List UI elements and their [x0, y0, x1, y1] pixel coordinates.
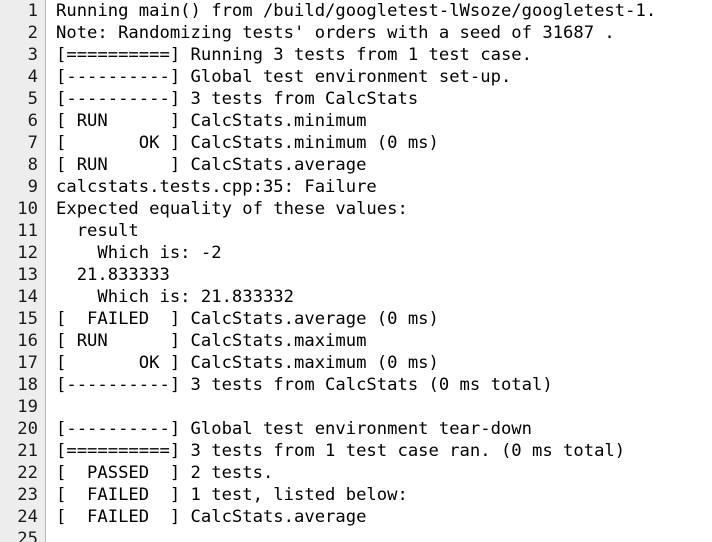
editor-line[interactable]: 6 [ RUN ] CalcStats.minimum	[0, 110, 712, 132]
line-text[interactable]: 21.833333	[56, 264, 712, 286]
editor-line[interactable]: 25	[0, 528, 712, 542]
line-number: 15	[17, 309, 38, 329]
line-number: 22	[17, 463, 38, 483]
line-text[interactable]: Expected equality of these values:	[56, 198, 712, 220]
editor-line[interactable]: 13 21.833333	[0, 264, 712, 286]
line-number: 14	[17, 287, 38, 307]
editor-line[interactable]: 1 Running main() from /build/googletest-l…	[0, 0, 712, 22]
line-text[interactable]: [ RUN ] CalcStats.maximum	[56, 330, 712, 352]
editor-line[interactable]: 5 [----------] 3 tests from CalcStats	[0, 88, 712, 110]
editor-line[interactable]: 18 [----------] 3 tests from CalcStats (0…	[0, 374, 712, 396]
line-text[interactable]: result	[56, 220, 712, 242]
line-text[interactable]: [ OK ] CalcStats.maximum (0 ms)	[56, 352, 712, 374]
line-text[interactable]	[56, 528, 712, 542]
line-text[interactable]	[56, 396, 712, 418]
line-number: 13	[17, 265, 38, 285]
editor-line[interactable]: 2 Note: Randomizing tests' orders with a …	[0, 22, 712, 44]
editor-line[interactable]: 14 Which is: 21.833332	[0, 286, 712, 308]
text-editor[interactable]: 1 Running main() from /build/googletest-l…	[0, 0, 712, 542]
line-number: 25	[17, 529, 38, 542]
line-number: 2	[27, 23, 38, 43]
editor-line[interactable]: 10 Expected equality of these values:	[0, 198, 712, 220]
line-text[interactable]: [ FAILED ] 1 test, listed below:	[56, 484, 712, 506]
line-number: 6	[27, 111, 38, 131]
line-number: 17	[17, 353, 38, 373]
line-number: 21	[17, 441, 38, 461]
editor-line[interactable]: 9 calcstats.tests.cpp:35: Failure	[0, 176, 712, 198]
editor-content[interactable]: 1 Running main() from /build/googletest-l…	[0, 0, 712, 542]
line-text[interactable]: [==========] Running 3 tests from 1 test…	[56, 44, 712, 66]
line-number: 18	[17, 375, 38, 395]
line-number: 3	[27, 45, 38, 65]
line-text[interactable]: [----------] Global test environment tea…	[56, 418, 712, 440]
editor-line[interactable]: 23 [ FAILED ] 1 test, listed below:	[0, 484, 712, 506]
line-number: 5	[27, 89, 38, 109]
line-text[interactable]: Which is: 21.833332	[56, 286, 712, 308]
line-text[interactable]: calcstats.tests.cpp:35: Failure	[56, 176, 712, 198]
line-text[interactable]: [ RUN ] CalcStats.minimum	[56, 110, 712, 132]
editor-line[interactable]: 22 [ PASSED ] 2 tests.	[0, 462, 712, 484]
line-text[interactable]: [----------] 3 tests from CalcStats	[56, 88, 712, 110]
line-text[interactable]: Which is: -2	[56, 242, 712, 264]
editor-line[interactable]: 3 [==========] Running 3 tests from 1 tes…	[0, 44, 712, 66]
line-number: 7	[27, 133, 38, 153]
line-number: 9	[27, 177, 38, 197]
line-text[interactable]: [ PASSED ] 2 tests.	[56, 462, 712, 484]
editor-line[interactable]: 16 [ RUN ] CalcStats.maximum	[0, 330, 712, 352]
editor-line[interactable]: 19	[0, 396, 712, 418]
line-number: 24	[17, 507, 38, 527]
line-text[interactable]: [----------] Global test environment set…	[56, 66, 712, 88]
line-text[interactable]: [ RUN ] CalcStats.average	[56, 154, 712, 176]
line-text[interactable]: [==========] 3 tests from 1 test case ra…	[56, 440, 712, 462]
line-number: 4	[27, 67, 38, 87]
line-text[interactable]: Note: Randomizing tests' orders with a s…	[56, 22, 712, 44]
line-number: 8	[27, 155, 38, 175]
line-number: 16	[17, 331, 38, 351]
line-text[interactable]: [ OK ] CalcStats.minimum (0 ms)	[56, 132, 712, 154]
editor-line[interactable]: 8 [ RUN ] CalcStats.average	[0, 154, 712, 176]
line-number: 12	[17, 243, 38, 263]
line-number: 10	[17, 199, 38, 219]
line-number: 20	[17, 419, 38, 439]
editor-line[interactable]: 11 result	[0, 220, 712, 242]
editor-line[interactable]: 15 [ FAILED ] CalcStats.average (0 ms)	[0, 308, 712, 330]
line-number: 11	[17, 221, 38, 241]
line-number: 1	[27, 1, 38, 21]
line-number: 19	[17, 397, 38, 417]
line-text[interactable]: [----------] 3 tests from CalcStats (0 m…	[56, 374, 712, 396]
editor-line[interactable]: 24 [ FAILED ] CalcStats.average	[0, 506, 712, 528]
line-text[interactable]: [ FAILED ] CalcStats.average	[56, 506, 712, 528]
line-text[interactable]: Running main() from /build/googletest-lW…	[56, 0, 712, 22]
editor-line[interactable]: 12 Which is: -2	[0, 242, 712, 264]
line-number: 23	[17, 485, 38, 505]
editor-line[interactable]: 20 [----------] Global test environment t…	[0, 418, 712, 440]
editor-line[interactable]: 17 [ OK ] CalcStats.maximum (0 ms)	[0, 352, 712, 374]
editor-line[interactable]: 21 [==========] 3 tests from 1 test case …	[0, 440, 712, 462]
line-text[interactable]: [ FAILED ] CalcStats.average (0 ms)	[56, 308, 712, 330]
editor-line[interactable]: 7 [ OK ] CalcStats.minimum (0 ms)	[0, 132, 712, 154]
editor-line[interactable]: 4 [----------] Global test environment se…	[0, 66, 712, 88]
